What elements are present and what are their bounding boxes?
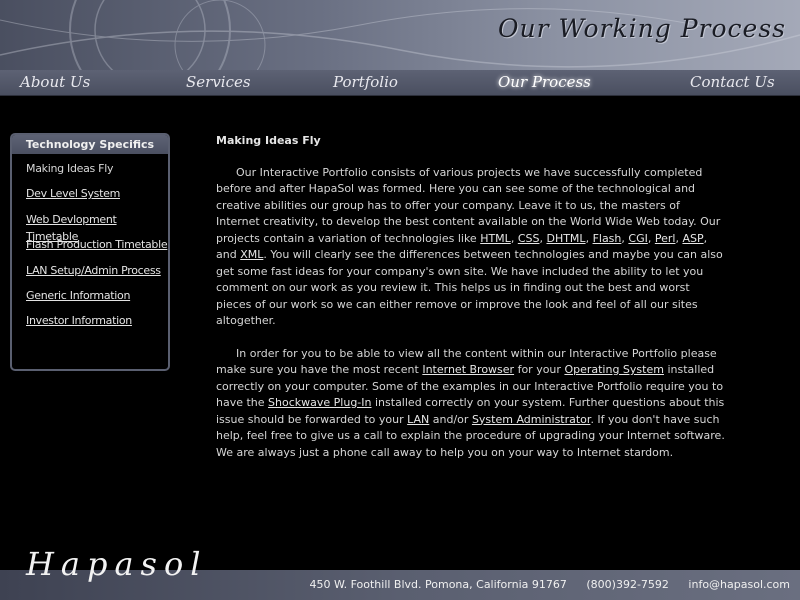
sidebar-item-generic-information: Generic Information [26,287,168,312]
intro-paragraph: Our Interactive Portfolio consists of va… [216,165,723,328]
sidebar-item-flash-production-timetable: Flash Production Timetable [26,236,168,261]
link-system-administrator[interactable]: System Administrator [472,413,591,426]
footer-contact-info: 450 W. Foothill Blvd. Pomona, California… [309,578,790,591]
nav-our-process[interactable]: Our Process [498,73,591,91]
content-heading: Making Ideas Fly [216,134,321,147]
page-title: Our Working Process [498,14,786,43]
link-asp[interactable]: ASP [682,232,703,245]
main-content: Making Ideas Fly Our Interactive Portfol… [216,133,726,477]
text-segment: for your [514,363,565,376]
link-css[interactable]: CSS [518,232,540,245]
sidebar-item-web-development-timetable: Web Devlopment Timetable [26,211,168,243]
page: Our Working Process About Us Services Po… [0,0,800,600]
link-cgi[interactable]: CGI [628,232,647,245]
sidebar-item-making-ideas-fly: Making Ideas Fly [26,160,168,185]
sidebar-title: Technology Specifics [12,135,168,154]
nav-portfolio[interactable]: Portfolio [333,73,398,91]
sidebar-link-generic-information[interactable]: Generic Information [26,289,130,302]
sidebar-item-lan-setup: LAN Setup/Admin Process [26,262,168,287]
link-shockwave-plugin[interactable]: Shockwave Plug-In [268,396,371,409]
nav-contact-us[interactable]: Contact Us [690,73,775,91]
link-xml[interactable]: XML [240,248,263,261]
footer-address: 450 W. Foothill Blvd. Pomona, California… [309,578,567,591]
sidebar-item-label: Making Ideas Fly [26,162,114,175]
link-perl[interactable]: Perl [655,232,676,245]
text-segment: and/or [429,412,472,426]
sidebar-link-investor-information[interactable]: Investor Information [26,314,132,327]
sidebar-link-flash-production-timetable[interactable]: Flash Production Timetable [26,238,168,251]
requirements-paragraph: In order for you to be able to view all … [216,346,726,462]
sidebar-link-lan-setup[interactable]: LAN Setup/Admin Process [26,264,161,277]
header-banner: Our Working Process [0,0,800,70]
sidebar-item-investor-information: Investor Information [26,312,168,337]
link-html[interactable]: HTML [480,232,511,245]
sidebar-item-dev-level-system: Dev Level System [26,185,168,210]
sidebar-list: Making Ideas Fly Dev Level System Web De… [12,154,168,338]
link-dhtml[interactable]: DHTML [546,232,585,245]
sidebar-panel: Technology Specifics Making Ideas Fly De… [10,133,170,371]
nav-about-us[interactable]: About Us [20,73,90,91]
link-flash[interactable]: Flash [593,232,622,245]
link-internet-browser[interactable]: Internet Browser [422,363,514,376]
footer-phone: (800)392-7592 [586,578,669,591]
nav-services[interactable]: Services [186,73,251,91]
link-lan[interactable]: LAN [407,413,429,426]
text-segment: . You will clearly see the differences b… [216,248,723,327]
hapasol-logo: Hapasol [26,545,208,583]
main-nav: About Us Services Portfolio Our Process … [0,70,800,96]
sidebar-link-dev-level-system[interactable]: Dev Level System [26,187,120,200]
footer-email-link[interactable]: info@hapasol.com [688,578,790,591]
link-operating-system[interactable]: Operating System [564,363,664,376]
